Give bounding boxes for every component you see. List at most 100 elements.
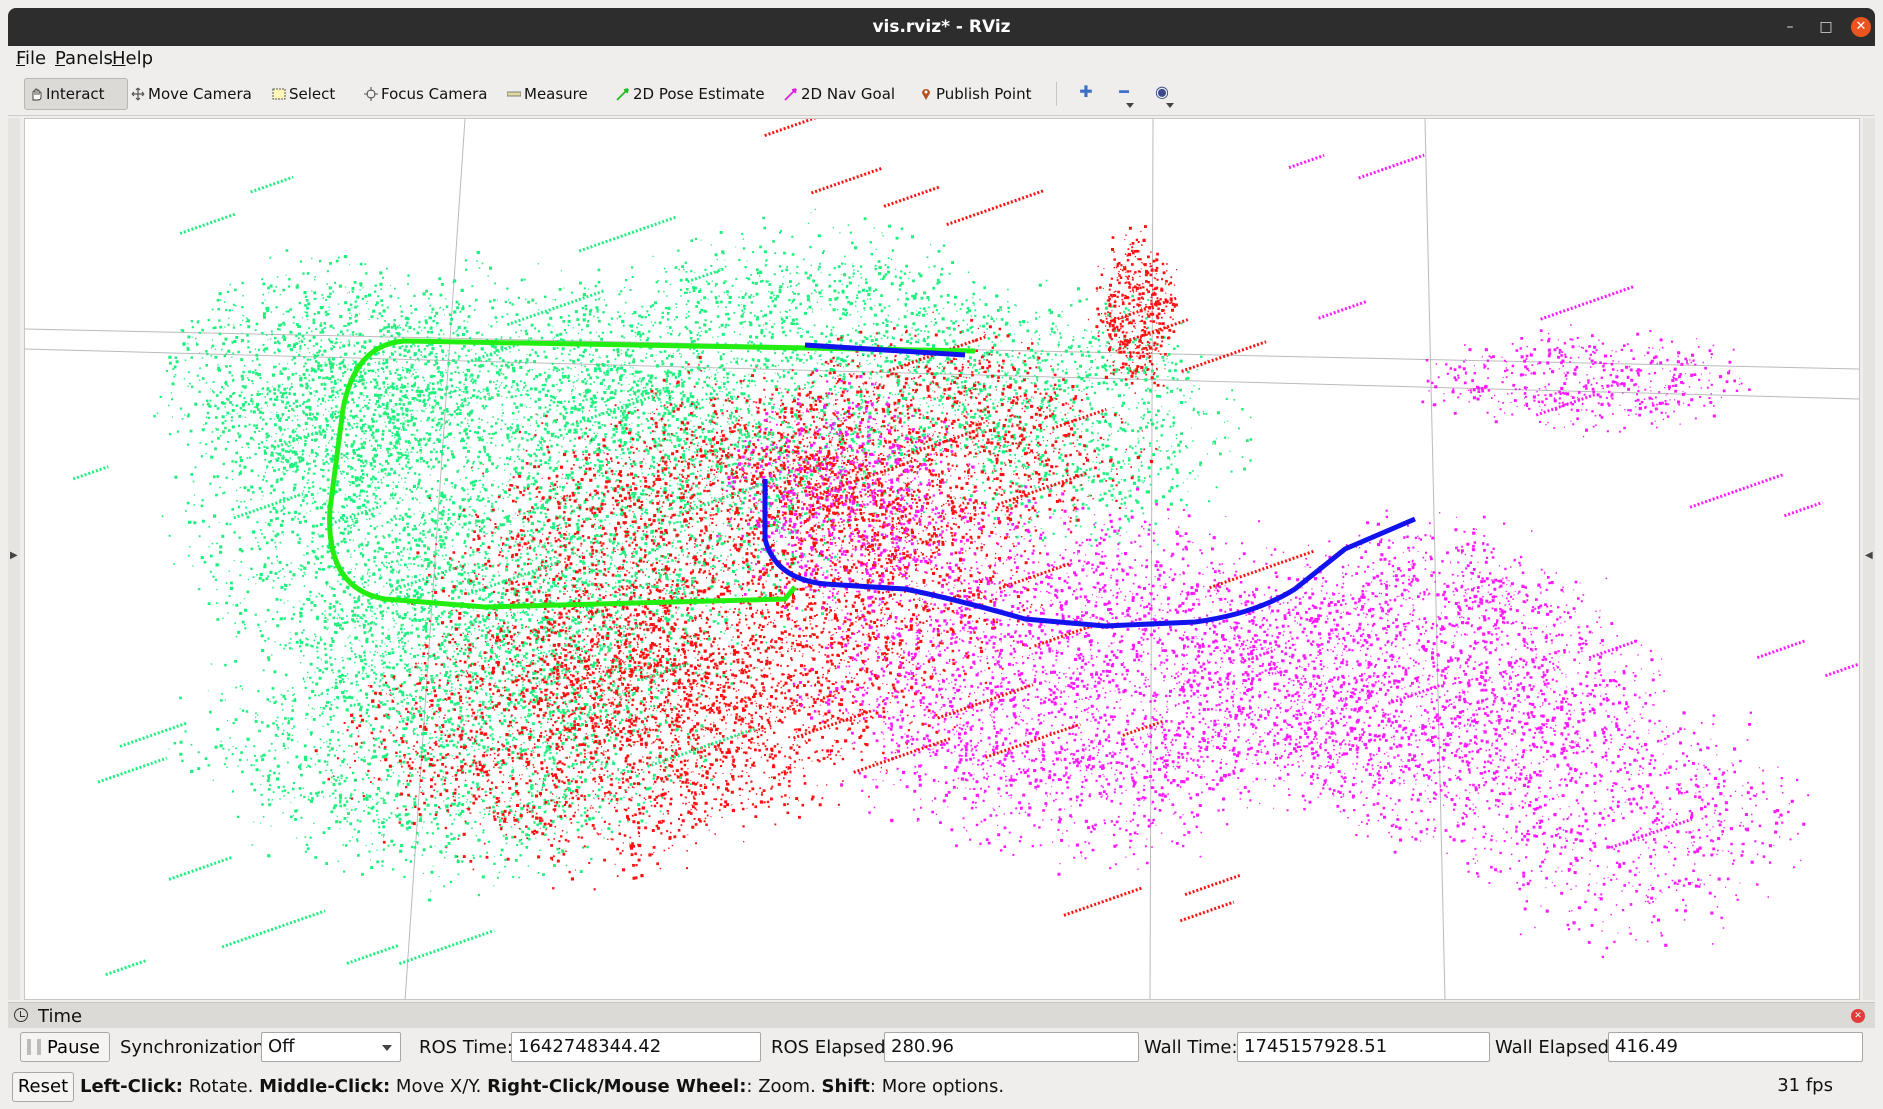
- right-click-key: Right-Click/Mouse Wheel:: [487, 1076, 747, 1097]
- mouse-help-text: Left-Click: Rotate. Middle-Click: Move X…: [80, 1076, 1004, 1097]
- scan-streak: [883, 185, 942, 208]
- scan-streak: [998, 562, 1072, 590]
- move-camera-label: Move Camera: [148, 85, 252, 103]
- grid-line: [1149, 119, 1154, 999]
- wall-elapsed-field[interactable]: 416.49: [1608, 1032, 1863, 1062]
- scan-streak: [1358, 153, 1425, 180]
- middle-click-action: Move X/Y.: [390, 1076, 488, 1097]
- toolbar-separator: [1056, 82, 1057, 106]
- scan-streak: [1756, 639, 1806, 660]
- reset-button[interactable]: Reset: [12, 1072, 74, 1102]
- left-dock-arrow-icon: ▶: [10, 550, 18, 561]
- publish-point-tool-button[interactable]: Publish Point: [919, 78, 1031, 110]
- scan-streak: [1240, 648, 1276, 664]
- focus-camera-label: Focus Camera: [381, 85, 488, 103]
- remove-tool-icon[interactable]: ━: [1114, 82, 1134, 102]
- menu-help-mnemonic: H: [112, 48, 126, 69]
- eye-dropdown-icon[interactable]: [1166, 103, 1174, 108]
- pause-button[interactable]: Pause: [20, 1032, 110, 1062]
- maximize-button[interactable]: □: [1816, 17, 1836, 37]
- point-cloud-cluster: [1163, 509, 1665, 854]
- scan-streak: [1288, 153, 1325, 170]
- close-panel-icon[interactable]: ✕: [1851, 1009, 1865, 1023]
- move-camera-tool-button[interactable]: Move Camera: [131, 78, 252, 110]
- middle-click-key: Middle-Click:: [259, 1076, 391, 1097]
- measure-tool-button[interactable]: Measure: [506, 78, 588, 110]
- eye-icon[interactable]: ◉: [1152, 82, 1172, 102]
- pose-estimate-tool-button[interactable]: 2D Pose Estimate: [616, 78, 765, 110]
- select-label: Select: [289, 85, 336, 103]
- hand-pointer-icon: [29, 87, 43, 101]
- scan-streak: [398, 929, 495, 966]
- scan-streak: [578, 215, 677, 253]
- pose-estimate-label: 2D Pose Estimate: [633, 85, 765, 103]
- render-viewport[interactable]: [24, 118, 1860, 1000]
- scan-streak: [233, 492, 304, 520]
- scan-streak: [1063, 886, 1142, 917]
- wall-elapsed-label: Wall Elapsed:: [1495, 1037, 1616, 1058]
- left-dock-handle[interactable]: ▶: [8, 118, 20, 1000]
- scan-streak: [1184, 874, 1241, 897]
- ruler-icon: [506, 87, 522, 101]
- point-cloud-cluster: [1421, 324, 1751, 438]
- scan-streak: [346, 943, 400, 965]
- right-dock-arrow-icon: ◀: [1865, 550, 1873, 561]
- left-click-key: Left-Click:: [80, 1076, 183, 1097]
- ros-time-field[interactable]: 1642748344.42: [511, 1032, 761, 1062]
- time-panel-title: Time: [38, 1006, 83, 1027]
- left-click-action: Rotate.: [182, 1076, 260, 1097]
- scan-streak: [1588, 640, 1636, 660]
- magenta-arrow-icon: [784, 87, 798, 101]
- wall-time-label: Wall Time:: [1144, 1037, 1238, 1058]
- scan-streak: [1179, 900, 1235, 923]
- scan-streak: [273, 427, 328, 450]
- green-arrow-icon: [616, 87, 630, 101]
- measure-label: Measure: [524, 85, 588, 103]
- scan-streak: [105, 959, 146, 977]
- menu-file-mnemonic: F: [16, 48, 26, 69]
- title-bar: vis.rviz* - RViz – □ ✕: [8, 8, 1875, 46]
- ros-time-label: ROS Time:: [419, 1037, 513, 1058]
- close-button[interactable]: ✕: [1851, 17, 1871, 37]
- time-panel-row: Pause Synchronization: Off ROS Time: 164…: [8, 1028, 1875, 1068]
- menu-help-label: elp: [125, 48, 154, 69]
- grid-line: [25, 348, 1859, 400]
- point-cloud-cluster: [1087, 225, 1178, 394]
- interact-tool-button[interactable]: Interact: [24, 78, 128, 110]
- minimize-button[interactable]: –: [1780, 17, 1800, 37]
- rviz-window: vis.rviz* - RViz – □ ✕ File Panels Help …: [0, 0, 1883, 1109]
- scan-streak: [250, 175, 294, 194]
- select-box-icon: [272, 87, 286, 101]
- focus-camera-tool-button[interactable]: Focus Camera: [364, 78, 487, 110]
- scan-streak: [764, 119, 817, 137]
- menu-help[interactable]: Help: [112, 48, 153, 69]
- nav-goal-tool-button[interactable]: 2D Nav Goal: [784, 78, 895, 110]
- add-tool-icon[interactable]: ✚: [1076, 82, 1096, 102]
- scan-streak: [946, 189, 1045, 227]
- scan-streak: [1824, 662, 1859, 678]
- select-tool-button[interactable]: Select: [272, 78, 335, 110]
- scan-streak: [506, 289, 606, 327]
- scan-streak: [179, 212, 237, 235]
- scan-streak: [1689, 473, 1784, 509]
- tools-toolbar: Interact Move Camera Select Focus Camera…: [8, 72, 1875, 116]
- focus-crosshair-icon: [364, 87, 378, 101]
- scan-streak: [810, 166, 884, 195]
- wall-time-field[interactable]: 1745157928.51: [1237, 1032, 1490, 1062]
- menu-panels[interactable]: Panels: [55, 48, 113, 69]
- scan-streak: [119, 721, 188, 748]
- point-cloud-scene: [25, 119, 1859, 999]
- right-dock-handle[interactable]: ◀: [1863, 118, 1875, 1000]
- scan-streak: [1610, 817, 1693, 849]
- status-bar: Reset Left-Click: Rotate. Middle-Click: …: [8, 1068, 1875, 1104]
- sync-select[interactable]: Off: [261, 1032, 401, 1062]
- time-panel-header: Time ✕: [8, 1002, 1875, 1028]
- nav-goal-label: 2D Nav Goal: [801, 85, 896, 103]
- window-title: vis.rviz* - RViz: [872, 17, 1011, 37]
- grid-line: [1424, 119, 1446, 999]
- menu-panels-label: anels: [65, 48, 113, 69]
- scan-streak: [1318, 300, 1367, 320]
- ros-elapsed-field[interactable]: 280.96: [884, 1032, 1139, 1062]
- remove-tool-dropdown-icon[interactable]: [1126, 103, 1134, 108]
- menu-file[interactable]: File: [16, 48, 46, 69]
